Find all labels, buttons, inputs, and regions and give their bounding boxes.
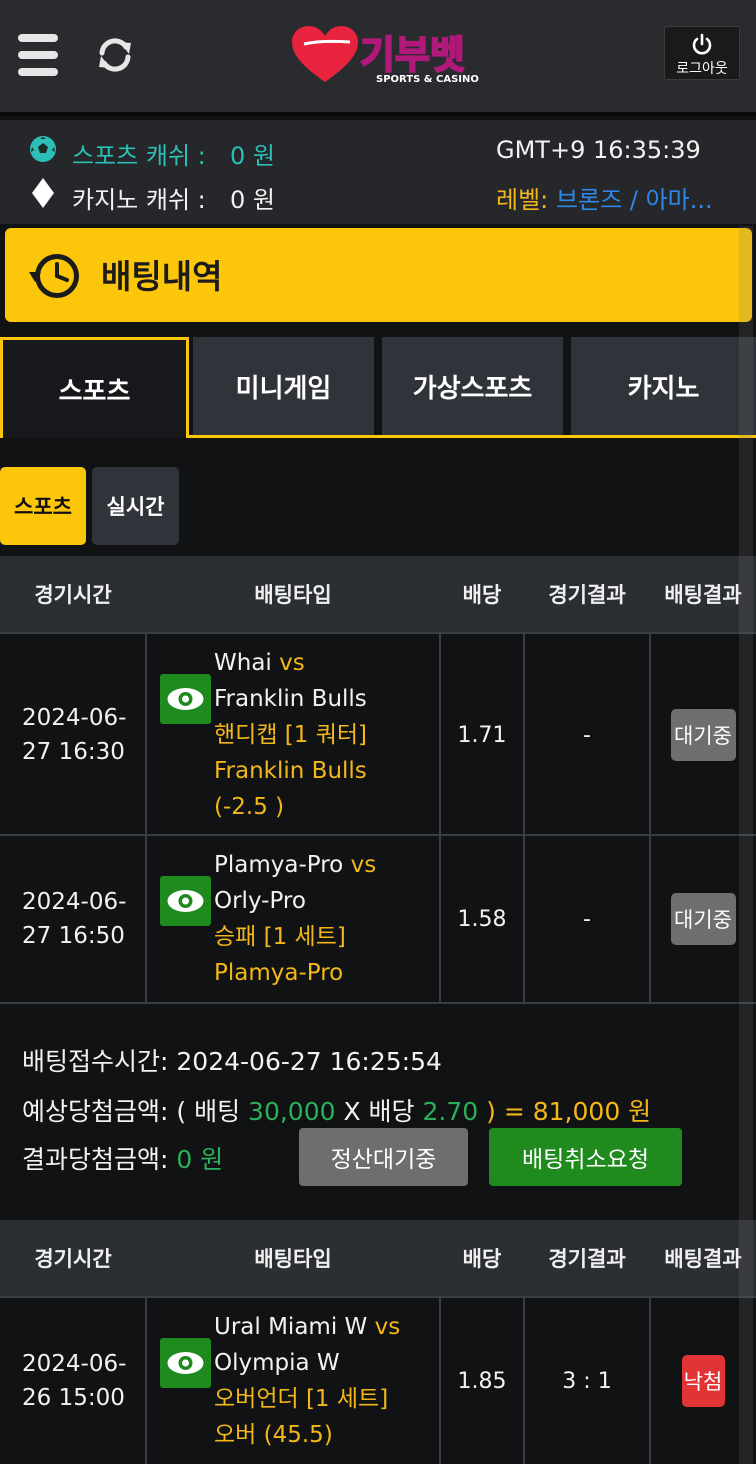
level-value[interactable]: 브론즈 / 아마...: [556, 180, 713, 215]
away-team: Franklin Bulls: [214, 686, 367, 712]
home-team: Ural Miami W: [214, 1314, 368, 1340]
market-type: 핸디캡 [1 쿼터]: [214, 722, 368, 748]
header-match-result: 경기결과: [548, 583, 626, 607]
bet-pick: 오버 (45.5): [214, 1422, 333, 1448]
match-date: 2024-06-: [22, 889, 127, 915]
logout-label: 로그아웃: [676, 61, 728, 77]
home-team: Plamya-Pro: [214, 852, 344, 878]
view-eye-button[interactable]: [160, 1338, 211, 1388]
header-match-time: 경기시간: [34, 583, 112, 607]
match-time: 27 16:50: [22, 923, 125, 949]
history-clock-icon: [29, 254, 79, 298]
tab-sports[interactable]: 스포츠: [0, 337, 189, 438]
eye-icon: [167, 688, 204, 710]
expected-label: 예상당첨금액:: [22, 1097, 169, 1126]
home-team: Whai: [214, 650, 272, 676]
casino-cash-label: 카지노 캐쉬 :: [72, 186, 206, 214]
subtab-live[interactable]: 실시간: [92, 467, 179, 545]
diamond-icon: [32, 178, 54, 208]
away-team: Orly-Pro: [214, 888, 306, 914]
menu-icon[interactable]: [18, 34, 58, 76]
logo-text: 기부벳: [359, 32, 466, 78]
bet-time-value: 2024-06-27 16:25:54: [176, 1047, 442, 1076]
bet-time-label: 배팅접수시간:: [22, 1047, 169, 1076]
odds-value: 1.58: [457, 906, 507, 932]
power-icon: [692, 33, 712, 55]
site-logo[interactable]: 기부벳 SPORTS & CASINO: [292, 22, 488, 92]
category-tabs: 스포츠 미니게임 가상스포츠 카지노: [0, 337, 756, 438]
tab-minigame[interactable]: 미니게임: [193, 337, 374, 435]
status-badge: 대기중: [670, 709, 736, 761]
table-row: 2024-06- 27 16:50 Plamya-Pro vs Orly-Pro …: [0, 834, 756, 1002]
expected-open: ( 배팅: [176, 1097, 241, 1126]
table-header: 경기시간 배팅타입 배당 경기결과 배팅결과: [0, 556, 756, 632]
match-time: 27 16:30: [22, 739, 125, 765]
away-team: Olympia W: [214, 1350, 340, 1376]
subtab-sports[interactable]: 스포츠: [0, 467, 86, 545]
table-header: 경기시간 배팅타입 배당 경기결과 배팅결과: [0, 1220, 756, 1296]
bet-pick: Franklin Bulls: [214, 758, 367, 784]
sports-cash-value: 0 원: [230, 142, 275, 170]
match-date: 2024-06-: [22, 1351, 127, 1377]
settlement-pending-button[interactable]: 정산대기중: [299, 1128, 468, 1186]
result-payout-label: 결과당첨금액:: [22, 1145, 169, 1174]
expected-close: ) =: [486, 1097, 525, 1126]
status-badge: 낙첨: [681, 1355, 725, 1407]
match-result: 3 : 1: [562, 1368, 612, 1394]
vs-label: vs: [374, 1314, 401, 1340]
heart-icon: [292, 26, 358, 82]
result-payout-line: 결과당첨금액: 0 원: [22, 1140, 223, 1176]
stake-amount: 30,000: [248, 1097, 336, 1126]
level-label: 레벨:: [496, 186, 549, 214]
times-odds-label: X 배당: [343, 1097, 415, 1126]
match-time: 26 15:00: [22, 1385, 125, 1411]
page-title: 배팅내역: [101, 257, 223, 296]
header-bet-type: 배팅타입: [254, 1247, 332, 1271]
logout-button[interactable]: 로그아웃: [664, 26, 740, 80]
refresh-icon[interactable]: [96, 36, 134, 74]
sports-cash-label: 스포츠 캐쉬 :: [72, 142, 206, 170]
casino-cash-value: 0 원: [230, 186, 275, 214]
scrollbar[interactable]: [739, 226, 753, 1464]
server-clock: GMT+9 16:35:39: [496, 136, 701, 164]
logo-subtext: SPORTS & CASINO: [376, 74, 479, 85]
top-bar: 기부벳 SPORTS & CASINO 로그아웃: [0, 0, 756, 116]
table-row: 2024-06- 27 16:30 Whai vs Franklin Bulls …: [0, 632, 756, 836]
header-match-time: 경기시간: [34, 1247, 112, 1271]
status-badge: 대기중: [670, 893, 736, 945]
match-result: -: [583, 722, 591, 748]
eye-icon: [167, 890, 204, 912]
vs-label: vs: [350, 852, 377, 878]
view-eye-button[interactable]: [160, 876, 211, 926]
header-odds: 배당: [462, 583, 502, 607]
odds-value: 1.85: [457, 1368, 507, 1394]
table-row: 2024-06- 26 15:00 Ural Miami W vs Olympia…: [0, 1296, 756, 1464]
match-date: 2024-06-: [22, 705, 127, 731]
result-payout-value: 0 원: [176, 1145, 224, 1174]
bet-pick-line: (-2.5 ): [214, 794, 285, 820]
market-type: 오버언더 [1 세트]: [214, 1386, 389, 1412]
total-odds: 2.70: [422, 1097, 479, 1126]
bet-time-line: 배팅접수시간: 2024-06-27 16:25:54: [22, 1042, 442, 1078]
match-result: -: [583, 906, 591, 932]
bet-pick: Plamya-Pro: [214, 960, 344, 986]
eye-icon: [167, 1352, 204, 1374]
page-title-bar: 배팅내역: [5, 228, 752, 322]
vs-label: vs: [279, 650, 305, 676]
soccer-ball-icon: [30, 136, 56, 162]
header-bet-type: 배팅타입: [254, 583, 332, 607]
odds-value: 1.71: [457, 722, 507, 748]
expected-payout: 81,000 원: [532, 1097, 652, 1126]
expected-payout-line: 예상당첨금액: ( 배팅 30,000 X 배당 2.70 ) = 81,000…: [22, 1092, 651, 1128]
tab-virtual-sports[interactable]: 가상스포츠: [382, 337, 563, 435]
view-eye-button[interactable]: [160, 674, 211, 724]
tab-casino[interactable]: 카지노: [571, 337, 756, 435]
market-type: 승패 [1 세트]: [214, 924, 346, 950]
balance-bar: 스포츠 캐쉬 : 0 원 카지노 캐쉬 : 0 원 GMT+9 16:35:39…: [0, 120, 756, 224]
header-match-result: 경기결과: [548, 1247, 626, 1271]
header-odds: 배당: [462, 1247, 502, 1271]
cancel-bet-request-button[interactable]: 배팅취소요청: [489, 1128, 682, 1186]
